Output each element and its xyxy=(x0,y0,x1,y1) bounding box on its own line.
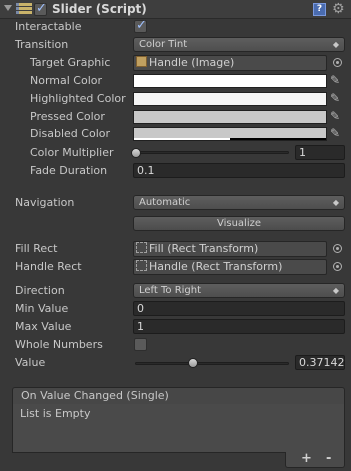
alpha-bar-white xyxy=(134,138,230,140)
dropdown-arrow-icon: ◆ xyxy=(332,286,339,295)
color-multiplier-slider-handle[interactable] xyxy=(131,148,141,158)
rect-transform-icon xyxy=(136,260,147,271)
normal-color-field[interactable] xyxy=(133,74,327,88)
on-value-changed-header: On Value Changed (Single) xyxy=(12,387,345,405)
component-enabled-checkbox[interactable]: ✓ xyxy=(34,1,47,16)
direction-label: Direction xyxy=(15,284,65,297)
dropdown-arrow-icon: ◆ xyxy=(332,40,339,49)
rect-transform-icon xyxy=(136,242,147,253)
component-header: ✓ Slider (Script) ? ⚙ xyxy=(0,0,351,19)
fill-rect-label: Fill Rect xyxy=(15,242,58,255)
handle-rect-label: Handle Rect xyxy=(15,260,82,273)
value-slider-handle[interactable] xyxy=(188,358,199,368)
highlighted-color-field[interactable] xyxy=(133,92,327,106)
object-picker-icon[interactable] xyxy=(333,262,342,271)
max-value-input[interactable]: 1 xyxy=(133,319,345,334)
normal-color-label: Normal Color xyxy=(30,74,103,87)
alpha-bar-black xyxy=(230,138,326,140)
dropdown-arrow-icon: ◆ xyxy=(332,198,339,207)
color-multiplier-label: Color Multiplier xyxy=(30,146,114,159)
disabled-color-field[interactable] xyxy=(133,127,327,141)
target-graphic-label: Target Graphic xyxy=(30,56,111,69)
value-slider-track[interactable] xyxy=(135,362,289,365)
whole-numbers-checkbox[interactable] xyxy=(134,338,147,351)
pressed-color-label: Pressed Color xyxy=(30,110,105,123)
disabled-color-label: Disabled Color xyxy=(30,127,111,140)
value-input[interactable]: 0.37142 xyxy=(295,355,345,370)
value-label: Value xyxy=(15,356,46,369)
highlighted-color-label: Highlighted Color xyxy=(30,92,126,105)
checkmark-icon: ✓ xyxy=(136,18,147,33)
whole-numbers-label: Whole Numbers xyxy=(15,338,103,351)
object-picker-icon[interactable] xyxy=(333,58,342,67)
navigation-value: Automatic xyxy=(139,197,191,208)
target-graphic-field[interactable]: Handle (Image) xyxy=(133,55,327,71)
visualize-button[interactable]: Visualize xyxy=(133,216,345,231)
help-icon[interactable]: ? xyxy=(313,3,326,16)
fade-duration-input[interactable]: 0.1 xyxy=(133,163,345,178)
fade-duration-label: Fade Duration xyxy=(30,164,108,177)
transition-value: Color Tint xyxy=(139,39,188,50)
fill-rect-field[interactable]: Fill (Rect Transform) xyxy=(133,241,327,257)
image-icon xyxy=(136,56,147,67)
color-multiplier-input[interactable]: 1 xyxy=(295,145,345,160)
color-multiplier-slider-track[interactable] xyxy=(135,151,289,154)
direction-dropdown[interactable]: Left To Right ◆ xyxy=(133,283,345,298)
add-listener-button[interactable]: + xyxy=(301,451,312,466)
event-list: List is Empty xyxy=(12,404,345,453)
eyedropper-icon[interactable]: ✎ xyxy=(330,73,344,87)
script-icon xyxy=(16,3,32,16)
remove-listener-button[interactable]: - xyxy=(326,451,331,466)
fill-rect-value: Fill (Rect Transform) xyxy=(149,242,259,255)
target-graphic-value: Handle (Image) xyxy=(149,56,235,69)
foldout-arrow-icon[interactable] xyxy=(4,5,12,11)
handle-rect-field[interactable]: Handle (Rect Transform) xyxy=(133,259,327,275)
pressed-color-field[interactable] xyxy=(133,110,327,124)
direction-value: Left To Right xyxy=(139,285,202,296)
eyedropper-icon[interactable]: ✎ xyxy=(330,109,344,123)
gear-icon[interactable]: ⚙ xyxy=(332,1,345,17)
max-value-label: Max Value xyxy=(15,320,72,333)
component-title: Slider (Script) xyxy=(52,2,147,16)
navigation-dropdown[interactable]: Automatic ◆ xyxy=(133,195,345,210)
eyedropper-icon[interactable]: ✎ xyxy=(330,126,344,140)
transition-label: Transition xyxy=(15,38,69,51)
interactable-label: Interactable xyxy=(15,20,82,33)
event-footer: + - xyxy=(285,451,345,468)
navigation-label: Navigation xyxy=(15,196,75,209)
min-value-input[interactable]: 0 xyxy=(133,301,345,316)
handle-rect-value: Handle (Rect Transform) xyxy=(149,260,283,273)
object-picker-icon[interactable] xyxy=(333,244,342,253)
interactable-checkbox[interactable]: ✓ xyxy=(134,18,147,33)
checkmark-icon: ✓ xyxy=(36,1,47,16)
min-value-label: Min Value xyxy=(15,302,69,315)
list-empty-text: List is Empty xyxy=(20,407,91,420)
transition-dropdown[interactable]: Color Tint ◆ xyxy=(133,37,345,52)
eyedropper-icon[interactable]: ✎ xyxy=(330,91,344,105)
